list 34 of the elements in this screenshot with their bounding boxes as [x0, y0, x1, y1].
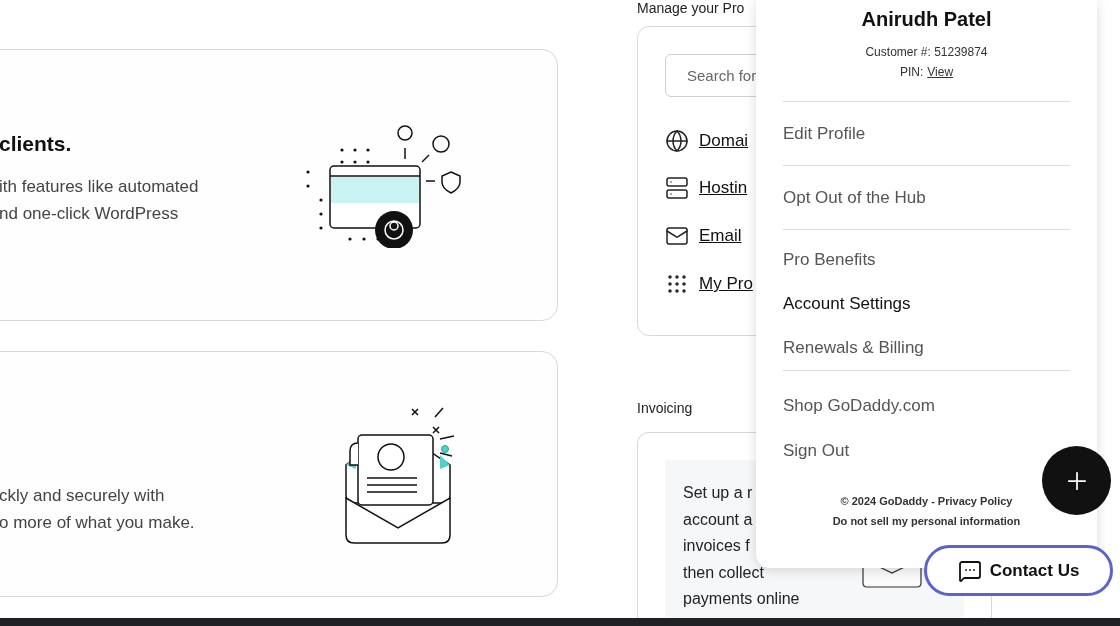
- pin-label: PIN:: [899, 65, 924, 79]
- card-description: o more of what you make.: [0, 512, 195, 533]
- card-heading: clients.: [0, 132, 73, 156]
- invoicing-text: payments online: [683, 589, 800, 609]
- menu-item[interactable]: Edit Profile: [783, 102, 866, 165]
- pin-view-link[interactable]: View: [927, 65, 954, 79]
- invoicing-text: Set up a r: [683, 483, 753, 503]
- invoicing-text: account a: [683, 509, 753, 530]
- menu-item[interactable]: Shop GoDaddy.com: [783, 383, 935, 428]
- invoicing-text: invoices f: [683, 536, 750, 556]
- privacy-policy-link[interactable]: Privacy Policy: [937, 495, 1013, 507]
- section-label: Manage your Pro: [637, 0, 745, 16]
- product-link[interactable]: Domai: [699, 130, 749, 151]
- card-description: ith features like automated: [0, 176, 199, 197]
- menu-item[interactable]: Renewals & Billing: [783, 326, 924, 370]
- customer-number: Customer #: 51239874: [865, 45, 988, 59]
- product-link[interactable]: My Pro: [699, 274, 753, 295]
- menu-item[interactable]: Account Settings: [783, 282, 911, 326]
- server-icon: [665, 176, 689, 201]
- contact-us-button[interactable]: Contact Us: [924, 545, 1113, 596]
- product-link[interactable]: Hostin: [699, 178, 748, 199]
- invoicing-text: then collect: [683, 562, 764, 583]
- menu-item[interactable]: Pro Benefits: [783, 238, 876, 282]
- chat-icon: [957, 558, 982, 583]
- section-label: Invoicing: [637, 400, 693, 416]
- menu-item[interactable]: Opt Out of the Hub: [783, 166, 926, 229]
- card-description: nd one-click WordPress: [0, 203, 180, 224]
- product-link[interactable]: Email: [699, 226, 742, 247]
- do-not-sell-link[interactable]: Do not sell my personal information: [832, 515, 1021, 527]
- card-description: ckly and securely with: [0, 485, 166, 506]
- menu-item[interactable]: Sign Out: [783, 428, 850, 473]
- copyright-text: © 2024 GoDaddy -: [840, 495, 935, 507]
- user-name: Anirudh Patel: [860, 8, 993, 31]
- globe-icon: [665, 128, 689, 153]
